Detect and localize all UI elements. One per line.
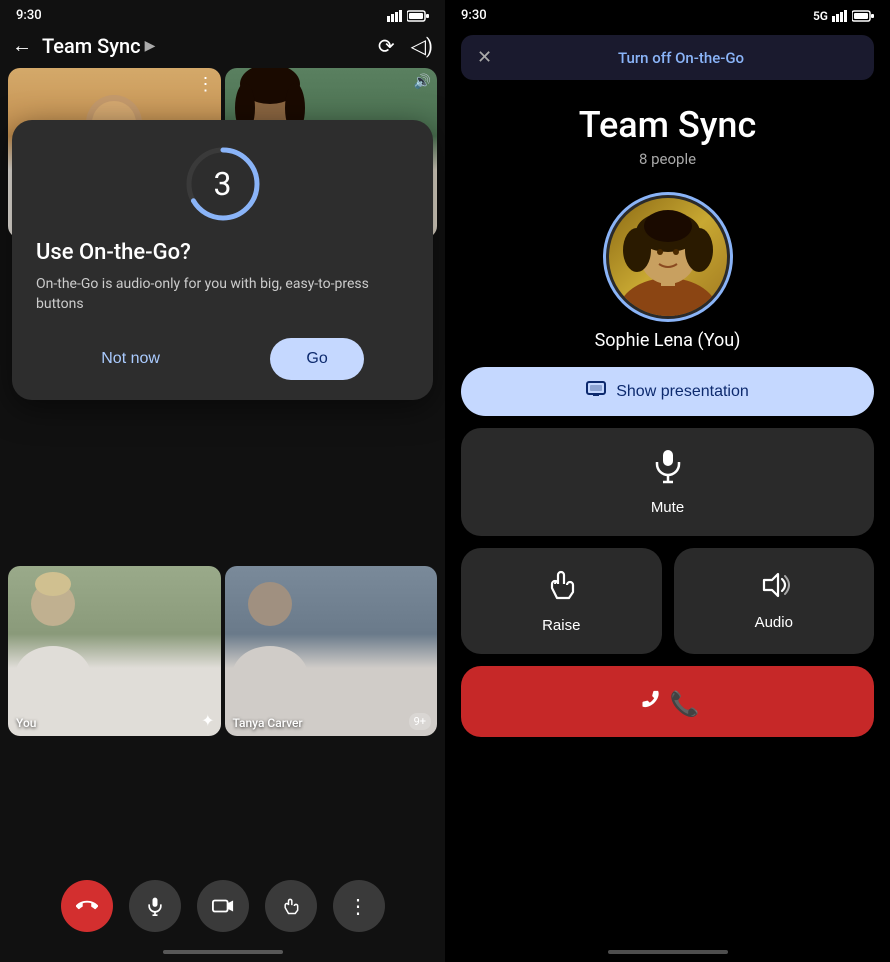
sophie-avatar (609, 198, 727, 316)
phone-hangup-icon (635, 684, 663, 712)
right-time: 9:30 (461, 8, 487, 23)
end-call-button-right[interactable]: 📞 (461, 666, 874, 737)
raise-hand-large-icon (546, 568, 576, 609)
meeting-info-right: Team Sync 8 people (445, 88, 890, 176)
sparkle-icon: ✦ (201, 711, 214, 730)
hand-raise-svg (546, 568, 576, 602)
person-silhouette-you (8, 566, 98, 706)
user-name-display: Sophie Lena (You) (445, 330, 890, 351)
mic-icon-right (652, 448, 684, 491)
presentation-icon (586, 381, 606, 402)
phone-end-icon (76, 895, 98, 917)
bottom-controls: ⋮ (0, 880, 445, 932)
meeting-title-right: Team Sync (465, 104, 870, 146)
home-indicator-left (163, 950, 283, 954)
camera-icon (212, 897, 234, 915)
network-type: 5G (813, 9, 828, 23)
raise-hand-button-left[interactable] (265, 880, 317, 932)
on-the-go-label: Turn off On-the-Go (504, 49, 858, 67)
audio-muted-icon: 🔊 (414, 74, 431, 90)
end-call-icon-right: 📞 (635, 684, 700, 719)
close-on-the-go-button[interactable]: ✕ (477, 47, 492, 68)
left-top-bar: ← Team Sync ▶ ⟳ ◁) (0, 27, 445, 64)
more-options-button[interactable]: ⋮ (333, 880, 385, 932)
right-status-icons: 5G (813, 9, 874, 23)
end-call-button[interactable] (61, 880, 113, 932)
camera-button[interactable] (197, 880, 249, 932)
dialog-buttons: Not now Go (36, 338, 409, 380)
dialog-description: On-the-Go is audio-only for you with big… (36, 275, 409, 314)
audio-output-icon (758, 571, 790, 599)
top-bar-right-icons: ⟳ ◁) (378, 34, 433, 58)
go-button[interactable]: Go (270, 338, 363, 380)
battery-icon (407, 10, 429, 22)
back-icon[interactable]: ← (12, 33, 32, 58)
raise-label: Raise (542, 617, 580, 634)
title-arrow-icon: ▶ (145, 38, 156, 54)
countdown-number: 3 (214, 165, 232, 203)
more-options-icon[interactable]: ⋮ (197, 74, 215, 95)
right-battery-icon (852, 10, 874, 22)
screen-share-icon (586, 381, 606, 397)
left-phone: 9:30 ← Team Sync ▶ ⟳ ◁) (0, 0, 445, 962)
avatar-container (445, 192, 890, 322)
person-silhouette-tanya (225, 566, 315, 706)
mute-label: Mute (651, 499, 684, 516)
right-phone: 9:30 5G ✕ Turn off On-the-Go Team Sync 8… (445, 0, 890, 962)
left-status-icons (387, 10, 429, 22)
overflow-badge: 9+ (409, 713, 431, 730)
participant-name-tanya: Tanya Carver (233, 716, 303, 730)
participant-name-you: You (16, 716, 36, 730)
left-time: 9:30 (16, 8, 42, 23)
on-the-go-dialog: 3 Use On-the-Go? On-the-Go is audio-only… (12, 120, 433, 400)
audio-icon[interactable]: ◁) (411, 34, 433, 58)
audio-label: Audio (755, 614, 793, 631)
person-video-you (8, 566, 221, 736)
home-indicator-right (608, 950, 728, 954)
microphone-icon (145, 896, 165, 916)
on-the-go-bar: ✕ Turn off On-the-Go (461, 35, 874, 80)
microphone-large-icon (652, 448, 684, 484)
participant-cell-tanya[interactable]: Tanya Carver 9+ (225, 566, 438, 736)
mute-button-left[interactable] (129, 880, 181, 932)
person-video-tanya (225, 566, 438, 736)
audio-button-right[interactable]: Audio (674, 548, 875, 654)
participant-cell-you[interactable]: You ✦ (8, 566, 221, 736)
video-grid-bottom: You ✦ Tanya Carver 9+ (0, 562, 445, 740)
not-now-button[interactable]: Not now (81, 340, 180, 378)
raise-hand-icon (281, 895, 301, 917)
avatar-ring (603, 192, 733, 322)
audio-large-icon (758, 571, 790, 606)
meeting-title-left: Team Sync ▶ (42, 34, 155, 58)
right-signal-icon (832, 10, 848, 22)
bottom-action-buttons: Raise Audio (461, 548, 874, 654)
people-count: 8 people (465, 150, 870, 168)
vertical-dots-icon: ⋮ (348, 894, 369, 919)
raise-hand-button-right[interactable]: Raise (461, 548, 662, 654)
left-status-bar: 9:30 (0, 0, 445, 27)
rotate-icon[interactable]: ⟳ (378, 34, 395, 58)
show-presentation-label: Show presentation (616, 383, 749, 401)
notch (618, 0, 718, 24)
countdown-container: 3 (183, 144, 263, 224)
dialog-title: Use On-the-Go? (36, 240, 409, 265)
sophie-avatar-svg (609, 198, 727, 316)
meeting-name-left: Team Sync (42, 34, 141, 58)
signal-icon (387, 10, 403, 22)
show-presentation-button[interactable]: Show presentation (461, 367, 874, 416)
mute-button-right[interactable]: Mute (461, 428, 874, 536)
